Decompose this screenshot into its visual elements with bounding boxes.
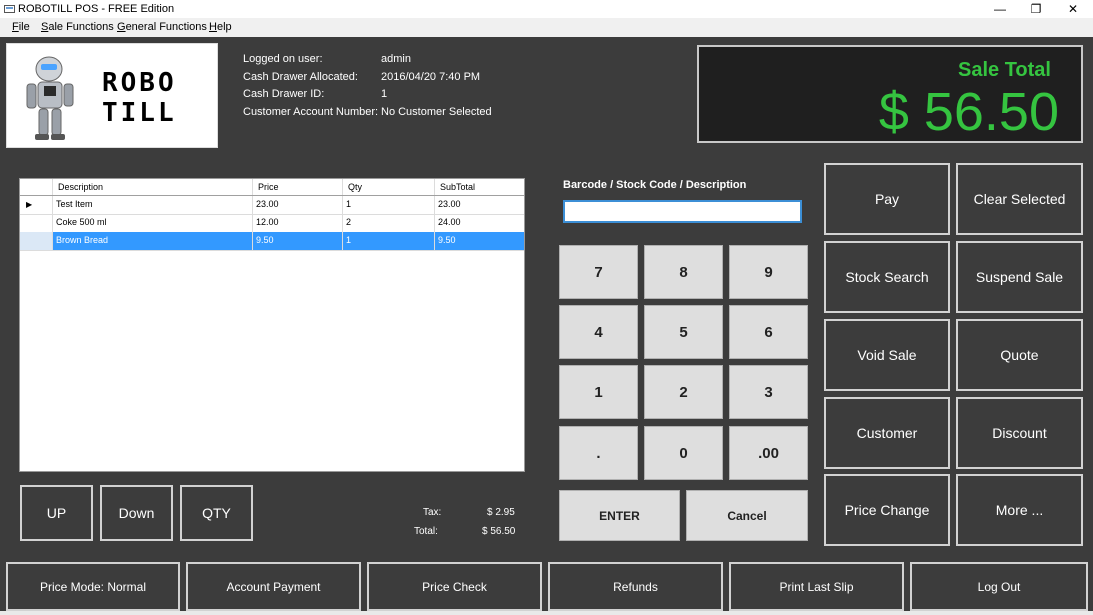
drawer-id-value: 1 (381, 88, 388, 100)
table-row[interactable]: Coke 500 ml 12.00 2 24.00 (20, 214, 524, 233)
stock-search-button[interactable]: Stock Search (824, 241, 950, 313)
cancel-button[interactable]: Cancel (686, 490, 808, 541)
menu-general-functions[interactable]: General Functions (117, 21, 207, 33)
minimize-button[interactable]: — (982, 0, 1018, 18)
cell-qty: 1 (343, 196, 435, 214)
column-qty[interactable]: Qty (343, 179, 435, 195)
up-button[interactable]: UP (20, 485, 93, 541)
logged-user-value: admin (381, 53, 411, 65)
customer-label: Customer Account Number: (243, 106, 379, 118)
suspend-sale-button[interactable]: Suspend Sale (956, 241, 1083, 313)
cell-price: 9.50 (253, 232, 343, 250)
key-decimal[interactable]: . (559, 426, 638, 480)
sale-total-panel: Sale Total $ 56.50 (697, 45, 1083, 143)
down-button[interactable]: Down (100, 485, 173, 541)
key-5[interactable]: 5 (644, 305, 723, 359)
table-row-selected[interactable]: Brown Bread 9.50 1 9.50 (20, 232, 524, 251)
more-button[interactable]: More ... (956, 474, 1083, 546)
maximize-button[interactable]: ❐ (1018, 0, 1054, 18)
key-double-zero[interactable]: .00 (729, 426, 808, 480)
logged-user-label: Logged on user: (243, 53, 323, 65)
price-check-button[interactable]: Price Check (367, 562, 542, 611)
menu-bar: File Sale Functions General Functions He… (0, 18, 1093, 37)
close-button[interactable]: ✕ (1055, 0, 1091, 18)
grid-header: Description Price Qty SubTotal (20, 179, 524, 196)
pay-button[interactable]: Pay (824, 163, 950, 235)
table-row[interactable]: ▶ Test Item 23.00 1 23.00 (20, 196, 524, 215)
cell-description: Coke 500 ml (53, 214, 253, 232)
cell-price: 12.00 (253, 214, 343, 232)
cell-subtotal: 24.00 (438, 217, 461, 227)
cell-description: Test Item (53, 196, 253, 214)
qty-button[interactable]: QTY (180, 485, 253, 541)
log-out-button[interactable]: Log Out (910, 562, 1088, 611)
total-value: $ 56.50 (482, 526, 516, 537)
tax-value: $ 2.95 (487, 507, 515, 518)
key-2[interactable]: 2 (644, 365, 723, 419)
print-last-slip-button[interactable]: Print Last Slip (729, 562, 904, 611)
refunds-button[interactable]: Refunds (548, 562, 723, 611)
column-price[interactable]: Price (253, 179, 343, 195)
price-change-button[interactable]: Price Change (824, 474, 950, 546)
column-description[interactable]: Description (53, 179, 253, 195)
menu-help[interactable]: Help (209, 21, 232, 33)
discount-button[interactable]: Discount (956, 397, 1083, 469)
cell-description: Brown Bread (53, 232, 253, 250)
price-mode-button[interactable]: Price Mode: Normal (6, 562, 180, 611)
barcode-label: Barcode / Stock Code / Description (563, 179, 747, 191)
drawer-allocated-label: Cash Drawer Allocated: (243, 71, 358, 83)
clear-selected-button[interactable]: Clear Selected (956, 163, 1083, 235)
cell-qty: 1 (343, 232, 435, 250)
tax-label: Tax: (423, 507, 442, 518)
key-9[interactable]: 9 (729, 245, 808, 299)
sale-total-label: Sale Total (958, 59, 1051, 81)
column-subtotal[interactable]: SubTotal (435, 179, 524, 195)
key-4[interactable]: 4 (559, 305, 638, 359)
current-row-icon: ▶ (26, 200, 33, 209)
drawer-id-label: Cash Drawer ID: (243, 88, 325, 100)
cell-subtotal: 23.00 (438, 199, 461, 209)
robotill-logo: ROBO TILL (6, 43, 218, 148)
cell-qty: 2 (343, 214, 435, 232)
cell-subtotal: 9.50 (438, 235, 456, 245)
quote-button[interactable]: Quote (956, 319, 1083, 391)
key-7[interactable]: 7 (559, 245, 638, 299)
logo-text: ROBO TILL (102, 68, 177, 128)
title-bar: ROBOTILL POS - FREE Edition — ❐ ✕ (0, 0, 1093, 18)
account-payment-button[interactable]: Account Payment (186, 562, 361, 611)
total-label: Total: (414, 526, 438, 537)
cell-price: 23.00 (253, 196, 343, 214)
key-0[interactable]: 0 (644, 426, 723, 480)
key-8[interactable]: 8 (644, 245, 723, 299)
window-title: ROBOTILL POS - FREE Edition (18, 3, 175, 15)
sale-total-amount: $ 56.50 (878, 82, 1059, 142)
enter-button[interactable]: ENTER (559, 490, 680, 541)
customer-button[interactable]: Customer (824, 397, 950, 469)
key-1[interactable]: 1 (559, 365, 638, 419)
menu-file[interactable]: File (12, 21, 30, 33)
sale-items-grid[interactable]: Description Price Qty SubTotal ▶ Test It… (19, 178, 525, 472)
customer-value: No Customer Selected (381, 106, 492, 118)
void-sale-button[interactable]: Void Sale (824, 319, 950, 391)
app-icon (4, 5, 15, 13)
key-6[interactable]: 6 (729, 305, 808, 359)
drawer-allocated-value: 2016/04/20 7:40 PM (381, 71, 481, 83)
barcode-input[interactable] (563, 200, 802, 223)
key-3[interactable]: 3 (729, 365, 808, 419)
menu-sale-functions[interactable]: Sale Functions (41, 21, 114, 33)
status-strip (0, 611, 1093, 615)
